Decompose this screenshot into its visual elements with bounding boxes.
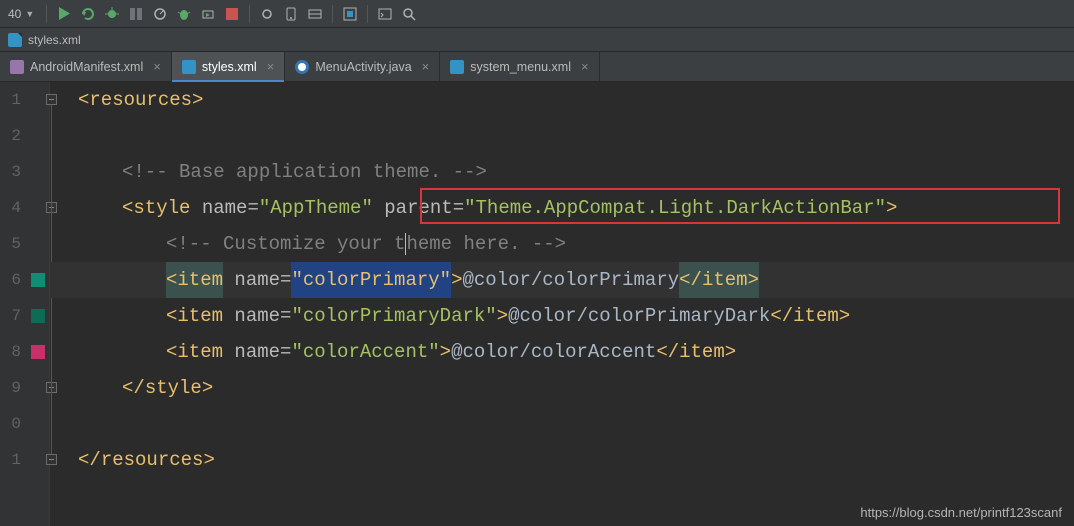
editor-gutter: 1 2 3 4 5 6 7 8 9 0 1: [0, 82, 50, 526]
tab-androidmanifest[interactable]: AndroidManifest.xml ×: [0, 52, 172, 81]
main-toolbar: 40 ▼: [0, 0, 1074, 28]
run-icon[interactable]: [53, 3, 75, 25]
close-icon[interactable]: ×: [418, 59, 430, 74]
code-area[interactable]: <resources> <!-- Base application theme.…: [50, 82, 1074, 526]
close-icon[interactable]: ×: [263, 59, 275, 74]
profile-icon[interactable]: [149, 3, 171, 25]
tab-label: AndroidManifest.xml: [30, 60, 143, 74]
layout-inspector-icon[interactable]: [339, 3, 361, 25]
shell-icon[interactable]: [374, 3, 396, 25]
bug-icon[interactable]: [173, 3, 195, 25]
tab-label: system_menu.xml: [470, 60, 571, 74]
code-line: </resources>: [78, 442, 215, 478]
line-number: 1: [3, 442, 21, 478]
code-line: <item name="colorAccent">@color/colorAcc…: [78, 334, 736, 370]
debug-icon[interactable]: [101, 3, 123, 25]
stop-icon[interactable]: [221, 3, 243, 25]
color-swatch-icon[interactable]: [31, 273, 45, 287]
watermark-text: https://blog.csdn.net/printf123scanf: [860, 505, 1062, 520]
run-config-selector[interactable]: 40 ▼: [6, 7, 40, 21]
breadcrumb-file[interactable]: styles.xml: [28, 33, 81, 47]
xml-file-icon: [450, 60, 464, 74]
tab-menuactivity[interactable]: MenuActivity.java ×: [285, 52, 440, 81]
color-swatch-icon[interactable]: [31, 309, 45, 323]
code-line: <!-- Base application theme. -->: [78, 154, 487, 190]
close-icon[interactable]: ×: [577, 59, 589, 74]
tab-label: styles.xml: [202, 60, 257, 74]
attach-debugger-icon[interactable]: [197, 3, 219, 25]
code-line: <item name="colorPrimaryDark">@color/col…: [78, 298, 850, 334]
code-line: </style>: [78, 370, 213, 406]
code-line: <!-- Customize your theme here. -->: [78, 226, 566, 262]
sdk-manager-icon[interactable]: [304, 3, 326, 25]
line-number: 1: [3, 82, 21, 118]
manifest-file-icon: [10, 60, 24, 74]
line-number: 7: [3, 298, 21, 334]
editor-tabs: AndroidManifest.xml × styles.xml × MenuA…: [0, 52, 1074, 82]
tab-systemmenu[interactable]: system_menu.xml ×: [440, 52, 599, 81]
line-number: 4: [3, 190, 21, 226]
toolbar-separator: [367, 5, 368, 23]
line-number: 3: [3, 154, 21, 190]
line-number: 5: [3, 226, 21, 262]
toolbar-separator: [249, 5, 250, 23]
java-file-icon: [295, 60, 309, 74]
coverage-icon[interactable]: [125, 3, 147, 25]
toolbar-separator: [46, 5, 47, 23]
code-editor[interactable]: 1 2 3 4 5 6 7 8 9 0 1 <resources> <!-- B…: [0, 82, 1074, 526]
code-line-current: <item name="colorPrimary">@color/colorPr…: [50, 262, 1074, 298]
xml-file-icon: [182, 60, 196, 74]
line-number: 8: [3, 334, 21, 370]
tab-styles[interactable]: styles.xml ×: [172, 52, 285, 81]
sync-icon[interactable]: [256, 3, 278, 25]
toolbar-separator: [332, 5, 333, 23]
line-number: 0: [3, 406, 21, 442]
xml-file-icon: [8, 33, 22, 47]
close-icon[interactable]: ×: [149, 59, 161, 74]
line-number: 9: [3, 370, 21, 406]
avd-manager-icon[interactable]: [280, 3, 302, 25]
search-everywhere-icon[interactable]: [398, 3, 420, 25]
color-swatch-icon[interactable]: [31, 345, 45, 359]
code-line: <style name="AppTheme" parent="Theme.App…: [78, 190, 897, 226]
breadcrumb-bar: styles.xml: [0, 28, 1074, 52]
apply-changes-icon[interactable]: [77, 3, 99, 25]
tab-label: MenuActivity.java: [315, 60, 411, 74]
dropdown-icon: ▼: [25, 9, 34, 19]
code-line: <resources>: [78, 82, 203, 118]
line-number: 2: [3, 118, 21, 154]
line-number: 6: [3, 262, 21, 298]
run-config-label: 40: [8, 7, 21, 21]
